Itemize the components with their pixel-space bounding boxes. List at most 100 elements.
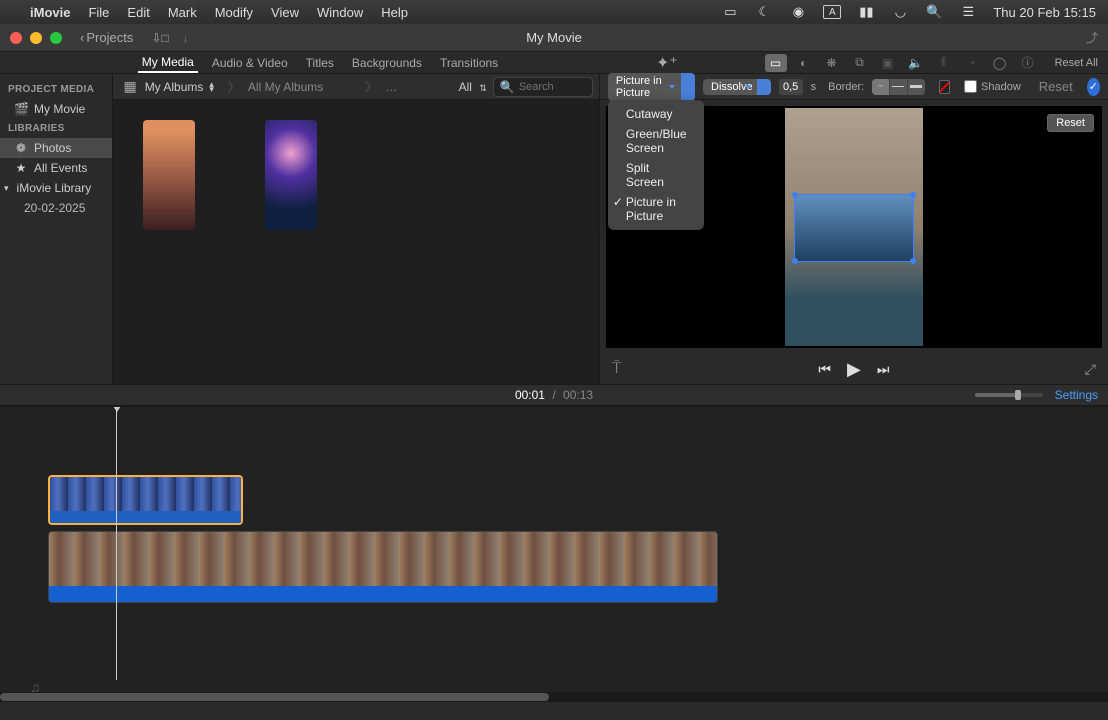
breadcrumb-item[interactable]: All My Albums: [248, 80, 323, 94]
border-color-swatch[interactable]: [939, 80, 950, 94]
reset-all-button[interactable]: Reset All: [1055, 57, 1098, 69]
shadow-checkbox-input[interactable]: [964, 80, 977, 93]
clip-trim-handle-right[interactable]: [717, 532, 718, 586]
menu-edit[interactable]: Edit: [127, 5, 149, 20]
menubar-clock[interactable]: Thu 20 Feb 15:15: [993, 5, 1096, 20]
menubar-status-area: ▭ ☾ ◉ A ▮▮ ◡ 🔍 ☰ Thu 20 Feb 15:15: [721, 5, 1096, 20]
media-clip-thumbnail[interactable]: [265, 120, 317, 230]
updown-arrows-icon: ▴▾: [209, 82, 214, 92]
spotlight-icon[interactable]: 🔍: [925, 5, 943, 19]
resize-handle-icon[interactable]: [910, 258, 916, 264]
main-area: PROJECT MEDIA 🎬 My Movie LIBRARIES ❁ Pho…: [0, 74, 1108, 384]
info-icon[interactable]: ⓘ: [1017, 54, 1039, 72]
sidebar-item-imovie-library[interactable]: ▾ iMovie Library: [0, 178, 112, 198]
current-time: 00:01: [515, 388, 545, 402]
border-thick-option[interactable]: [908, 79, 925, 95]
crop-icon[interactable]: ⧉: [849, 54, 871, 72]
horizontal-scrollbar[interactable]: [0, 692, 1108, 702]
speed-icon[interactable]: ◔: [961, 54, 983, 72]
shadow-checkbox[interactable]: Shadow: [964, 80, 1021, 93]
stabilization-icon[interactable]: ▣: [877, 54, 899, 72]
screen-mirroring-icon[interactable]: ▭: [721, 5, 739, 19]
color-balance-icon[interactable]: ◐: [793, 54, 815, 72]
breadcrumb-more[interactable]: …: [385, 80, 397, 94]
zoom-slider-knob[interactable]: [1015, 390, 1021, 400]
close-window-button[interactable]: [10, 32, 22, 44]
search-input[interactable]: [519, 81, 589, 93]
timeline-pip-clip[interactable]: [48, 475, 243, 525]
wifi-icon[interactable]: ◡: [891, 5, 909, 19]
tab-my-media[interactable]: My Media: [138, 53, 198, 73]
border-thin-option[interactable]: [890, 79, 908, 95]
search-field[interactable]: 🔍: [493, 77, 593, 97]
tab-audio-video[interactable]: Audio & Video: [208, 54, 292, 72]
battery-icon[interactable]: ▮▮: [857, 5, 875, 19]
import-media-icon[interactable]: ⇩□: [151, 31, 168, 45]
resize-handle-icon[interactable]: [792, 192, 798, 198]
scrollbar-thumb[interactable]: [0, 693, 549, 701]
menu-window[interactable]: Window: [317, 5, 363, 20]
menu-view[interactable]: View: [271, 5, 299, 20]
tab-transitions[interactable]: Transitions: [436, 54, 502, 72]
playhead[interactable]: [116, 407, 117, 680]
menu-help[interactable]: Help: [381, 5, 408, 20]
transition-dropdown[interactable]: Dissolve: [703, 79, 771, 95]
clip-trim-handle-left[interactable]: [48, 532, 49, 586]
control-center-icon[interactable]: ☰: [959, 5, 977, 19]
duration-input[interactable]: [779, 79, 803, 95]
do-not-disturb-icon[interactable]: ☾: [755, 5, 773, 19]
menubar-app-name[interactable]: iMovie: [30, 5, 70, 20]
menu-item-picture-in-picture[interactable]: Picture in Picture: [608, 192, 704, 226]
enhance-icon[interactable]: ✦⁺: [656, 53, 678, 73]
prev-frame-button[interactable]: ⏮: [818, 361, 831, 378]
download-icon[interactable]: ↓: [183, 31, 189, 45]
timeline-settings-button[interactable]: Settings: [1055, 388, 1098, 402]
chevron-right-icon: 〉: [365, 78, 383, 96]
menu-mark[interactable]: Mark: [168, 5, 197, 20]
timeline-main-clip[interactable]: [48, 531, 718, 603]
media-clip-thumbnail[interactable]: [143, 120, 195, 230]
menu-item-split-screen[interactable]: Split Screen: [608, 158, 704, 192]
border-none-option[interactable]: ┄: [872, 79, 890, 95]
next-frame-button[interactable]: ⏭: [877, 361, 890, 378]
preview-reset-button[interactable]: Reset: [1047, 114, 1094, 132]
sidebar-item-photos[interactable]: ❁ Photos: [0, 138, 112, 158]
album-selector[interactable]: My Albums ▴▾: [145, 80, 214, 94]
noise-eq-icon[interactable]: ⫴: [933, 54, 955, 72]
resize-handle-icon[interactable]: [910, 192, 916, 198]
inspector-toolbar: ✦⁺ ▭ ◐ ❋ ⧉ ▣ 🔈 ⫴ ◔ ◯ ⓘ Reset All: [640, 52, 1108, 73]
minimize-window-button[interactable]: [30, 32, 42, 44]
zoom-slider[interactable]: [975, 393, 1043, 397]
share-icon[interactable]: ⤴: [1086, 29, 1098, 46]
screen-record-icon[interactable]: ◉: [789, 5, 807, 19]
overlay-tool-icon[interactable]: ▭: [765, 54, 787, 72]
sidebar-item-all-events[interactable]: ★ All Events: [0, 158, 112, 178]
sidebar-item-event-date[interactable]: 20-02-2025: [0, 198, 112, 218]
menu-item-green-blue-screen[interactable]: Green/Blue Screen: [608, 124, 704, 158]
resize-handle-icon[interactable]: [792, 258, 798, 264]
tab-backgrounds[interactable]: Backgrounds: [348, 54, 426, 72]
search-icon: 🔍: [500, 80, 515, 94]
volume-icon[interactable]: 🔈: [905, 54, 927, 72]
fullscreen-window-button[interactable]: [50, 32, 62, 44]
tab-titles[interactable]: Titles: [302, 54, 338, 72]
list-view-icon[interactable]: ▦: [119, 78, 140, 95]
sidebar-item-my-movie[interactable]: 🎬 My Movie: [0, 99, 112, 119]
inspector-reset-button[interactable]: Reset: [1039, 79, 1073, 94]
pip-overlay-frame[interactable]: [794, 194, 914, 262]
disclosure-triangle-icon[interactable]: ▾: [4, 183, 9, 194]
projects-back-button[interactable]: ‹ Projects: [80, 30, 133, 45]
play-button[interactable]: ▶: [847, 359, 861, 380]
menu-file[interactable]: File: [88, 5, 109, 20]
apply-checkmark-button[interactable]: ✓: [1087, 78, 1100, 96]
filter-icon[interactable]: ◯: [989, 54, 1011, 72]
voiceover-mic-icon[interactable]: ⍑: [612, 360, 622, 378]
fullscreen-preview-icon[interactable]: ⤢: [1085, 361, 1096, 378]
overlay-mode-dropdown[interactable]: Picture in Picture: [608, 73, 695, 101]
timeline[interactable]: ♫: [0, 406, 1108, 702]
menu-item-cutaway[interactable]: Cutaway: [608, 104, 704, 124]
menu-modify[interactable]: Modify: [215, 5, 253, 20]
filter-dropdown[interactable]: All ⇅: [459, 80, 487, 94]
color-correction-icon[interactable]: ❋: [821, 54, 843, 72]
keyboard-input-icon[interactable]: A: [823, 5, 841, 19]
